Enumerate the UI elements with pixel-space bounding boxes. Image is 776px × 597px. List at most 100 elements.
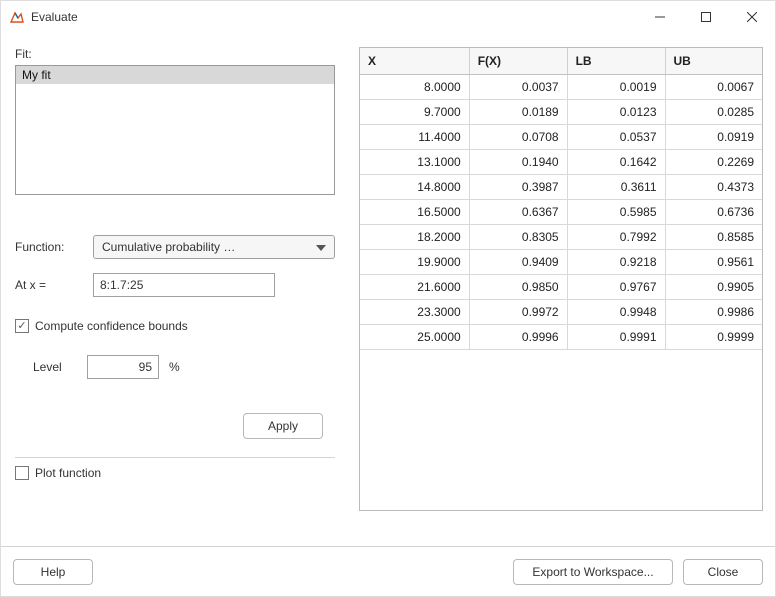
table-empty-area: [360, 350, 762, 510]
export-button[interactable]: Export to Workspace...: [513, 559, 673, 585]
table-cell[interactable]: 8.0000: [360, 75, 469, 100]
table-cell[interactable]: 0.4373: [665, 175, 762, 200]
table-row[interactable]: 13.10000.19400.16420.2269: [360, 150, 762, 175]
table-cell[interactable]: 0.0037: [469, 75, 567, 100]
evaluate-window: Evaluate Fit: My fit Function: Cum: [0, 0, 776, 597]
check-icon: ✓: [17, 321, 26, 332]
right-panel: X F(X) LB UB 8.00000.00370.00190.00679.7…: [359, 47, 763, 538]
table-cell[interactable]: 0.6367: [469, 200, 567, 225]
app-icon: [9, 9, 25, 25]
table-cell[interactable]: 0.1642: [567, 150, 665, 175]
table-cell[interactable]: 0.9850: [469, 275, 567, 300]
table-cell[interactable]: 0.9218: [567, 250, 665, 275]
table-cell[interactable]: 0.0123: [567, 100, 665, 125]
table-row[interactable]: 23.30000.99720.99480.9986: [360, 300, 762, 325]
table-cell[interactable]: 16.5000: [360, 200, 469, 225]
table-cell[interactable]: 14.8000: [360, 175, 469, 200]
table-cell[interactable]: 0.9409: [469, 250, 567, 275]
table-cell[interactable]: 23.3000: [360, 300, 469, 325]
export-label: Export to Workspace...: [532, 565, 653, 579]
table-cell[interactable]: 9.7000: [360, 100, 469, 125]
col-x[interactable]: X: [360, 48, 469, 75]
maximize-button[interactable]: [683, 1, 729, 33]
col-ub[interactable]: UB: [665, 48, 762, 75]
help-button[interactable]: Help: [13, 559, 93, 585]
table-cell[interactable]: 0.3611: [567, 175, 665, 200]
table-cell[interactable]: 11.4000: [360, 125, 469, 150]
table-cell[interactable]: 0.9999: [665, 325, 762, 350]
level-input[interactable]: [87, 355, 159, 379]
minimize-button[interactable]: [637, 1, 683, 33]
table-cell[interactable]: 25.0000: [360, 325, 469, 350]
table-cell[interactable]: 0.0537: [567, 125, 665, 150]
table-cell[interactable]: 0.0919: [665, 125, 762, 150]
table-row[interactable]: 9.70000.01890.01230.0285: [360, 100, 762, 125]
table-cell[interactable]: 0.0285: [665, 100, 762, 125]
minimize-icon: [655, 12, 665, 22]
function-select[interactable]: Cumulative probability …: [93, 235, 335, 259]
plot-function-label: Plot function: [35, 466, 101, 480]
table-cell[interactable]: 0.7992: [567, 225, 665, 250]
table-cell[interactable]: 0.0019: [567, 75, 665, 100]
apply-button[interactable]: Apply: [243, 413, 323, 439]
function-label: Function:: [15, 240, 93, 254]
table-cell[interactable]: 0.0708: [469, 125, 567, 150]
table-row[interactable]: 19.90000.94090.92180.9561: [360, 250, 762, 275]
table-row[interactable]: 21.60000.98500.97670.9905: [360, 275, 762, 300]
fit-list-item[interactable]: My fit: [16, 66, 334, 84]
atx-input[interactable]: [93, 273, 275, 297]
table-cell[interactable]: 0.9767: [567, 275, 665, 300]
fit-list[interactable]: My fit: [15, 65, 335, 195]
close-label: Close: [708, 565, 739, 579]
results-table: X F(X) LB UB 8.00000.00370.00190.00679.7…: [360, 48, 762, 350]
table-cell[interactable]: 0.9972: [469, 300, 567, 325]
level-label: Level: [33, 360, 87, 374]
fit-label: Fit:: [15, 47, 335, 61]
close-window-button[interactable]: [729, 1, 775, 33]
table-row[interactable]: 16.50000.63670.59850.6736: [360, 200, 762, 225]
body: Fit: My fit Function: Cumulative probabi…: [1, 33, 775, 546]
table-row[interactable]: 18.20000.83050.79920.8585: [360, 225, 762, 250]
table-cell[interactable]: 0.9561: [665, 250, 762, 275]
results-table-wrap: X F(X) LB UB 8.00000.00370.00190.00679.7…: [359, 47, 763, 511]
table-cell[interactable]: 0.9986: [665, 300, 762, 325]
function-row: Function: Cumulative probability …: [15, 235, 335, 259]
chevron-down-icon: [316, 240, 326, 254]
table-cell[interactable]: 0.1940: [469, 150, 567, 175]
table-cell[interactable]: 0.8305: [469, 225, 567, 250]
table-cell[interactable]: 13.1000: [360, 150, 469, 175]
titlebar: Evaluate: [1, 1, 775, 33]
compute-bounds-row: ✓ Compute confidence bounds: [15, 319, 335, 333]
table-cell[interactable]: 0.2269: [665, 150, 762, 175]
table-cell[interactable]: 18.2000: [360, 225, 469, 250]
table-row[interactable]: 14.80000.39870.36110.4373: [360, 175, 762, 200]
plot-function-checkbox[interactable]: [15, 466, 29, 480]
left-panel: Fit: My fit Function: Cumulative probabi…: [15, 47, 335, 538]
footer: Help Export to Workspace... Close: [1, 546, 775, 596]
table-cell[interactable]: 19.9000: [360, 250, 469, 275]
table-cell[interactable]: 0.9905: [665, 275, 762, 300]
table-row[interactable]: 11.40000.07080.05370.0919: [360, 125, 762, 150]
table-cell[interactable]: 0.9948: [567, 300, 665, 325]
table-cell[interactable]: 0.3987: [469, 175, 567, 200]
close-icon: [747, 12, 757, 22]
compute-bounds-checkbox[interactable]: ✓: [15, 319, 29, 333]
table-cell[interactable]: 21.6000: [360, 275, 469, 300]
level-suffix: %: [169, 360, 180, 374]
table-cell[interactable]: 0.5985: [567, 200, 665, 225]
table-header-row: X F(X) LB UB: [360, 48, 762, 75]
table-row[interactable]: 25.00000.99960.99910.9999: [360, 325, 762, 350]
table-cell[interactable]: 0.9996: [469, 325, 567, 350]
close-button[interactable]: Close: [683, 559, 763, 585]
table-cell[interactable]: 0.9991: [567, 325, 665, 350]
plot-function-row: Plot function: [15, 466, 335, 480]
maximize-icon: [701, 12, 711, 22]
divider: [15, 457, 335, 458]
table-cell[interactable]: 0.0189: [469, 100, 567, 125]
table-cell[interactable]: 0.8585: [665, 225, 762, 250]
table-row[interactable]: 8.00000.00370.00190.0067: [360, 75, 762, 100]
table-cell[interactable]: 0.0067: [665, 75, 762, 100]
col-fx[interactable]: F(X): [469, 48, 567, 75]
table-cell[interactable]: 0.6736: [665, 200, 762, 225]
col-lb[interactable]: LB: [567, 48, 665, 75]
